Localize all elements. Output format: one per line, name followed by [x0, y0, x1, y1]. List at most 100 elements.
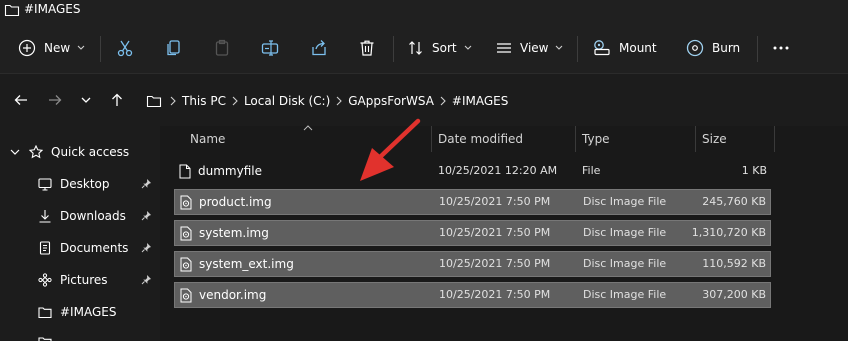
disc-image-icon: [180, 257, 192, 272]
copy-button[interactable]: [165, 34, 183, 62]
rename-button[interactable]: [261, 34, 279, 62]
sidebar-item-downloads[interactable]: Downloads: [0, 204, 157, 228]
up-button[interactable]: [110, 93, 124, 107]
sort-ascending-icon: [303, 125, 313, 131]
view-button[interactable]: View: [496, 34, 563, 62]
chevron-down-icon: [77, 45, 85, 51]
view-list-icon: [496, 40, 512, 56]
pictures-icon: [38, 273, 52, 287]
new-button-label: New: [44, 41, 71, 55]
sort-button[interactable]: Sort: [408, 34, 472, 62]
sidebar-item-label: Pictures: [60, 273, 108, 287]
folder-icon: [4, 3, 20, 17]
cut-button[interactable]: [116, 34, 134, 62]
toolbar-divider: [757, 36, 758, 62]
file-date: 10/25/2021 7:50 PM: [439, 226, 551, 239]
breadcrumb-gappsforwsa[interactable]: GAppsForWSA: [348, 94, 434, 108]
desktop-icon: [38, 177, 52, 191]
table-row[interactable]: vendor.img 10/25/2021 7:50 PM Disc Image…: [174, 282, 771, 308]
scissors-icon: [116, 39, 134, 57]
sidebar-item-label: Quick access: [51, 145, 130, 159]
chevron-down-icon: [464, 45, 472, 51]
column-header-type[interactable]: Type: [582, 132, 610, 146]
file-date: 10/25/2021 7:50 PM: [439, 288, 551, 301]
sidebar-item-documents[interactable]: Documents: [0, 236, 157, 260]
column-header-size[interactable]: Size: [702, 132, 727, 146]
toolbar-divider: [393, 36, 394, 62]
table-row[interactable]: dummyfile 10/25/2021 12:20 AM File 1 KB: [174, 159, 771, 185]
column-divider[interactable]: [575, 126, 576, 152]
file-icon: [179, 164, 191, 179]
download-icon: [38, 209, 52, 223]
file-type: Disc Image File: [583, 257, 667, 270]
view-button-label: View: [520, 41, 549, 55]
disc-image-icon: [180, 288, 192, 303]
file-name: product.img: [199, 195, 272, 209]
see-more-button[interactable]: [772, 34, 790, 62]
star-icon: [29, 145, 43, 159]
pin-icon: [141, 274, 152, 285]
toolbar-divider: [577, 36, 578, 62]
chevron-right-icon[interactable]: [440, 96, 446, 106]
sort-button-label: Sort: [432, 41, 457, 55]
file-name: system.img: [199, 226, 269, 240]
sidebar-item-quick-access[interactable]: Quick access: [0, 140, 157, 164]
annotation-arrow: [360, 118, 421, 181]
pin-icon: [141, 178, 152, 189]
disc-burn-icon: [686, 39, 704, 57]
column-divider[interactable]: [774, 126, 775, 152]
navigation-pane: Quick access Desktop Downloads Documents…: [0, 126, 157, 341]
chevron-down-icon: [555, 45, 563, 51]
burn-button[interactable]: Burn: [686, 34, 740, 62]
delete-button[interactable]: [358, 34, 376, 62]
mount-drive-icon: [593, 39, 611, 57]
copy-icon: [165, 39, 183, 57]
file-name: system_ext.img: [199, 257, 294, 271]
file-size: 245,760 KB: [702, 195, 766, 208]
chevron-right-icon[interactable]: [336, 96, 343, 106]
breadcrumb-local-disk[interactable]: Local Disk (C:): [244, 94, 330, 108]
recent-locations-button[interactable]: [81, 97, 91, 104]
sidebar-item-label: #IMAGES: [60, 305, 117, 319]
breadcrumb-this-pc[interactable]: This PC: [182, 94, 226, 108]
column-header-name[interactable]: Name: [190, 132, 225, 146]
file-size: 1,310,720 KB: [691, 226, 766, 239]
table-row[interactable]: system.img 10/25/2021 7:50 PM Disc Image…: [174, 220, 771, 246]
sidebar-item-pictures[interactable]: Pictures: [0, 268, 157, 292]
disc-image-icon: [180, 195, 192, 210]
table-row[interactable]: system_ext.img 10/25/2021 7:50 PM Disc I…: [174, 251, 771, 277]
sidebar-item-images[interactable]: #IMAGES: [0, 300, 157, 324]
pin-icon: [141, 210, 152, 221]
sidebar-item-desktop[interactable]: Desktop: [0, 172, 157, 196]
column-divider[interactable]: [431, 126, 432, 152]
chevron-right-icon[interactable]: [170, 96, 176, 106]
file-name: dummyfile: [198, 164, 262, 178]
document-icon: [38, 241, 52, 255]
chevron-down-icon[interactable]: [10, 149, 20, 156]
file-name: vendor.img: [199, 288, 267, 302]
chevron-right-icon[interactable]: [232, 96, 238, 106]
table-row[interactable]: product.img 10/25/2021 7:50 PM Disc Imag…: [174, 189, 771, 215]
file-type: Disc Image File: [583, 226, 667, 239]
back-button[interactable]: [14, 93, 28, 107]
column-header-date[interactable]: Date modified: [438, 132, 523, 146]
clipboard-icon: [213, 39, 231, 57]
more-icon: [772, 45, 790, 51]
mount-button-label: Mount: [619, 41, 657, 55]
mount-button[interactable]: Mount: [593, 34, 657, 62]
burn-button-label: Burn: [712, 41, 741, 55]
file-list: Name Date modified Type Size dummyfile 1…: [160, 125, 848, 341]
file-type: File: [582, 164, 601, 177]
sidebar-item-partial: [0, 330, 157, 341]
breadcrumb-images[interactable]: #IMAGES: [452, 94, 508, 108]
column-divider[interactable]: [695, 126, 696, 152]
title-bar: #IMAGES: [0, 0, 848, 22]
forward-button[interactable]: [48, 93, 62, 107]
paste-button[interactable]: [213, 34, 231, 62]
command-bar: New Sort View Mount Burn: [0, 22, 848, 74]
file-size: 110,592 KB: [702, 257, 766, 270]
share-button[interactable]: [310, 34, 328, 62]
file-date: 10/25/2021 12:20 AM: [438, 164, 558, 177]
folder-icon: [146, 94, 162, 108]
new-button[interactable]: New: [18, 34, 85, 62]
